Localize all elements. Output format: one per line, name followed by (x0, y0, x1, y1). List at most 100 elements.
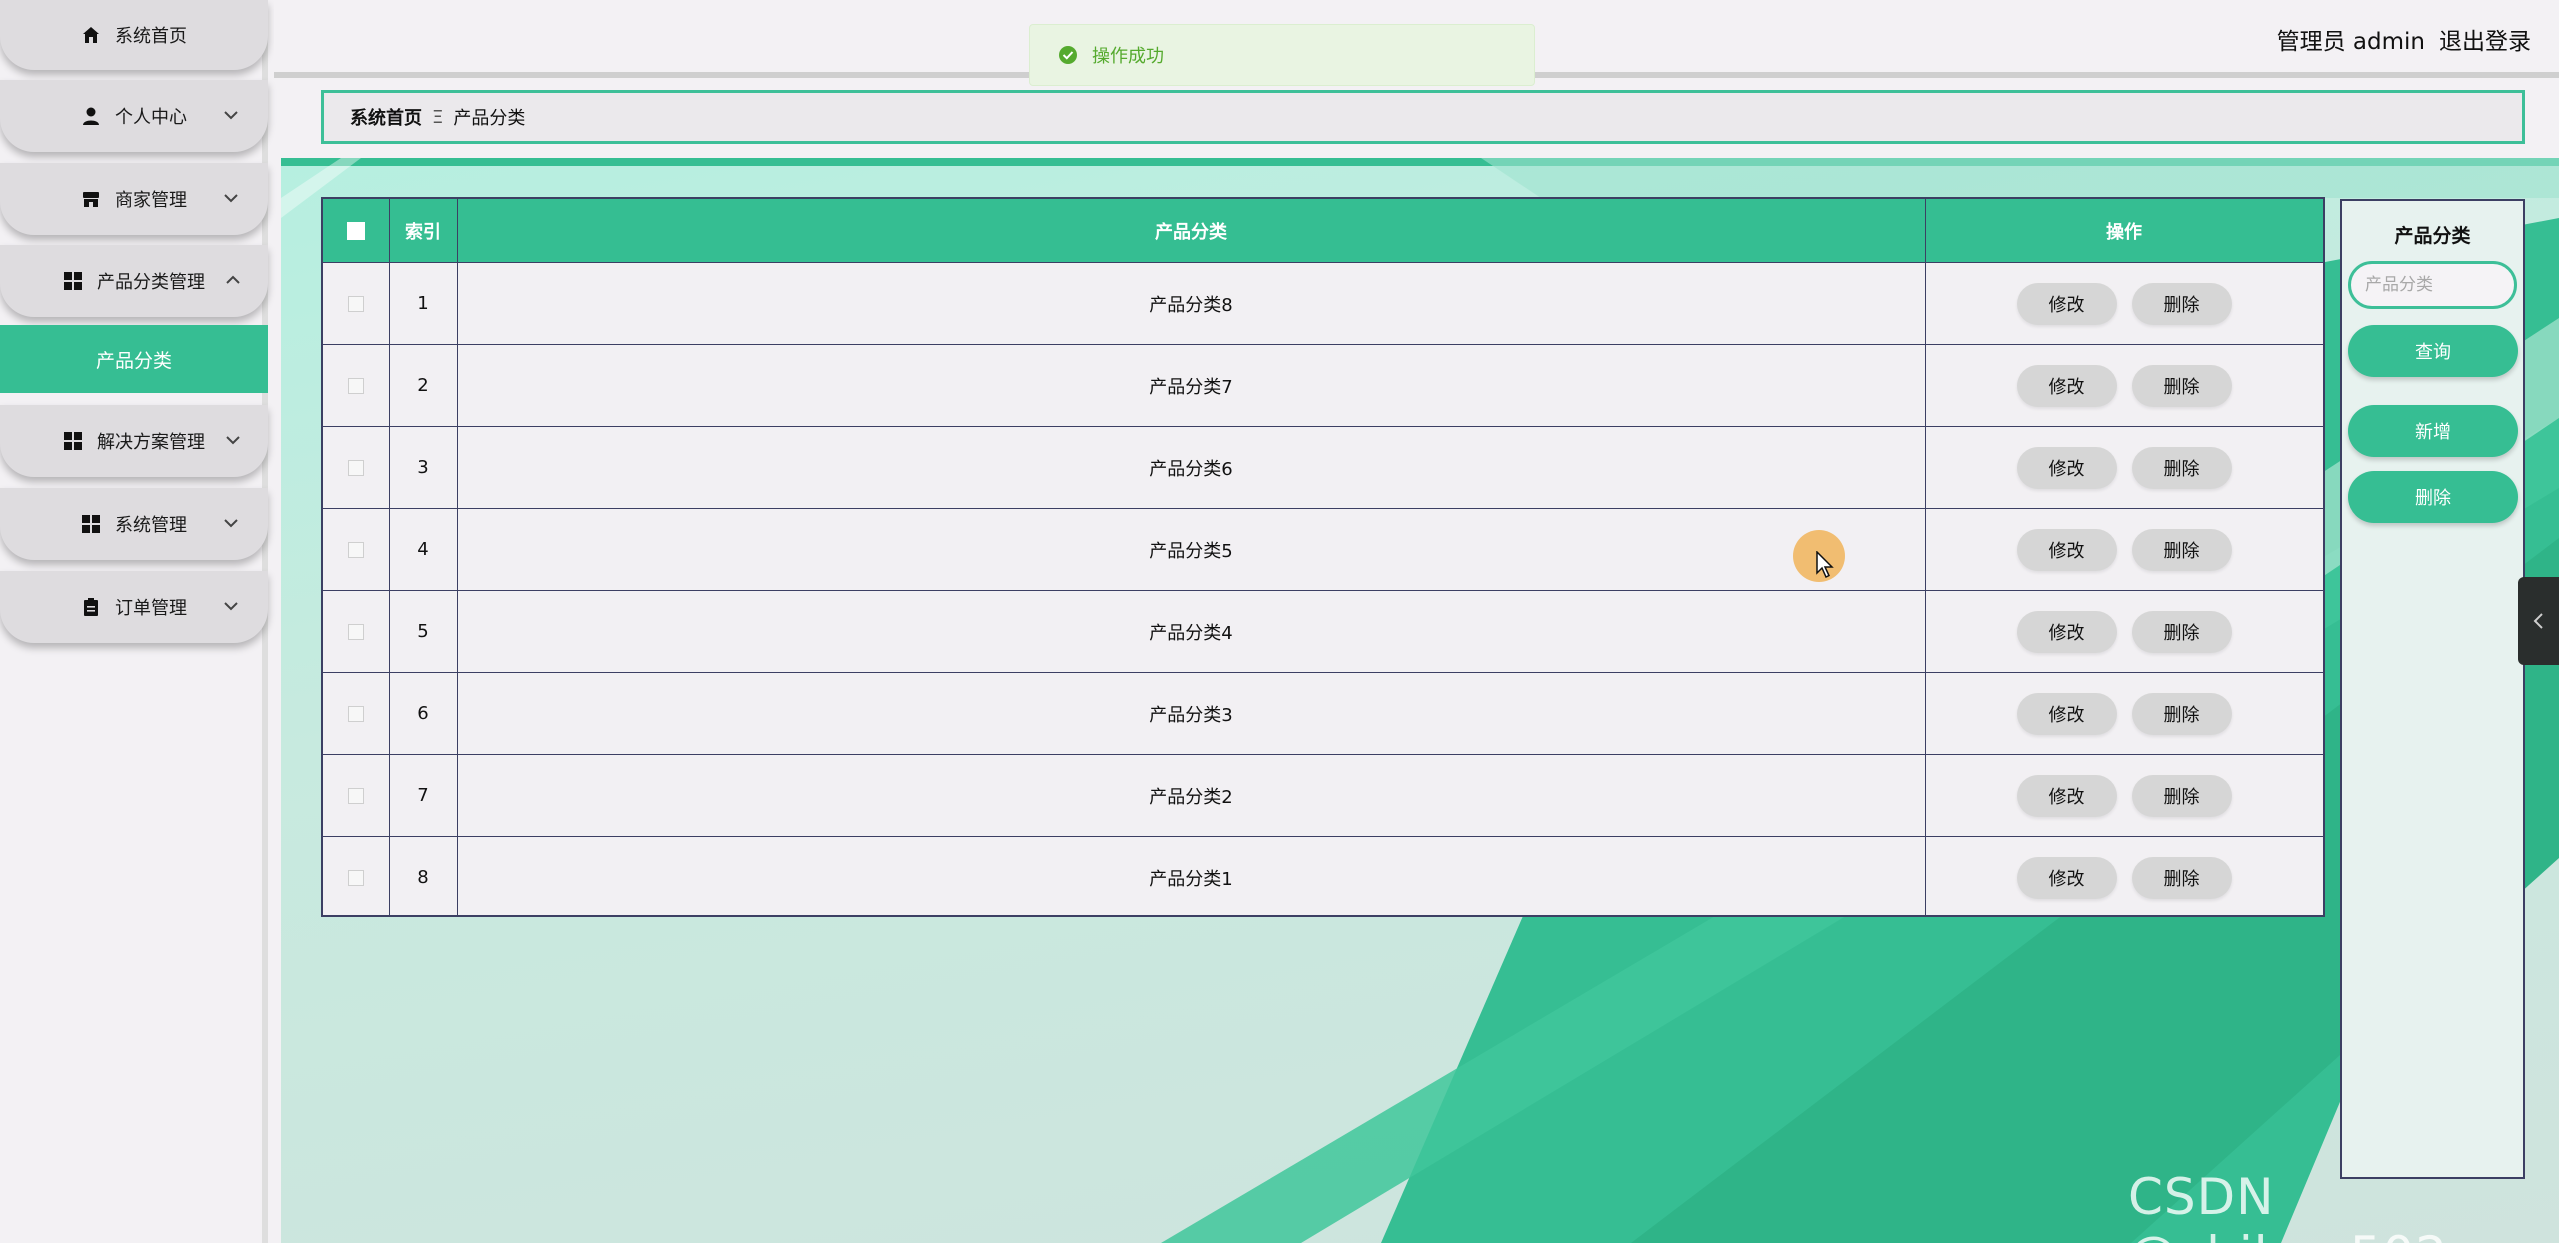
search-panel: 产品分类 查询 新增 删除 (2340, 199, 2525, 1179)
add-button[interactable]: 新增 (2348, 405, 2518, 457)
row-checkbox[interactable] (348, 705, 364, 722)
sidebar-item-merchant[interactable]: 商家管理 (0, 163, 268, 235)
row-select-cell (323, 263, 389, 344)
delete-button[interactable]: 删除 (2131, 610, 2232, 653)
edit-button[interactable]: 修改 (2016, 692, 2117, 735)
sidebar-item-home[interactable]: 系统首页 (0, 0, 268, 70)
edit-button[interactable]: 修改 (2016, 364, 2117, 407)
row-index: 5 (417, 621, 429, 642)
row-select-cell (323, 345, 389, 426)
table-row: 5 产品分类4 修改 删除 (323, 590, 2323, 672)
row-operations: 修改 删除 (1925, 509, 2323, 590)
row-checkbox[interactable] (348, 869, 364, 886)
delete-button[interactable]: 删除 (2131, 364, 2232, 407)
delete-button[interactable]: 删除 (2131, 856, 2232, 899)
chevron-down-icon (224, 194, 238, 203)
row-index: 6 (417, 703, 429, 724)
row-checkbox[interactable] (348, 787, 364, 804)
query-button[interactable]: 查询 (2348, 325, 2518, 377)
row-index: 1 (417, 293, 429, 314)
collapse-panel-button[interactable] (2518, 577, 2559, 665)
row-category-name: 产品分类5 (1149, 540, 1233, 562)
edit-button[interactable]: 修改 (2016, 856, 2117, 899)
sidebar-item-label: 产品分类管理 (97, 272, 205, 293)
category-search-input[interactable] (2348, 261, 2517, 309)
edit-button[interactable]: 修改 (2016, 446, 2117, 489)
row-select-cell (323, 427, 389, 508)
user-icon (81, 106, 101, 126)
category-table: 索引 产品分类 操作 1 产品分类8 修改 删除 2 产品分类7 修改 删除 3 产品分类6 修改删… (321, 197, 2325, 917)
row-category-name: 产品分类7 (1149, 376, 1233, 398)
row-category-name: 产品分类4 (1149, 622, 1233, 644)
home-icon (81, 25, 101, 45)
sidebar-subitem-category[interactable]: 产品分类 (0, 325, 268, 393)
row-index: 8 (417, 867, 429, 888)
batch-delete-button[interactable]: 删除 (2348, 471, 2518, 523)
sidebar-item-label: 系统首页 (115, 26, 187, 47)
row-operations: 修改 删除 (1925, 755, 2323, 836)
delete-button[interactable]: 删除 (2131, 282, 2232, 325)
logout-link[interactable]: 退出登录 (2439, 22, 2531, 56)
row-category-name: 产品分类2 (1149, 786, 1233, 808)
table-row: 8 产品分类1 修改 删除 (323, 836, 2323, 918)
sidebar-item-label: 解决方案管理 (97, 432, 205, 453)
sidebar-item-label: 个人中心 (115, 107, 187, 128)
edit-button[interactable]: 修改 (2016, 282, 2117, 325)
sidebar-item-solution-mgmt[interactable]: 解决方案管理 (0, 405, 268, 477)
header-index: 索引 (405, 222, 441, 243)
search-panel-title: 产品分类 (2394, 225, 2471, 247)
sidebar-item-system-mgmt[interactable]: 系统管理 (0, 488, 268, 560)
column-divider (389, 199, 390, 915)
sidebar-item-label: 订单管理 (115, 598, 187, 619)
row-operations: 修改 删除 (1925, 673, 2323, 754)
clipboard-icon (81, 597, 101, 617)
mouse-pointer-icon (1816, 551, 1834, 579)
watermark: CSDN @zhihao502 (2128, 1168, 2447, 1243)
chevron-down-icon (226, 436, 240, 445)
row-checkbox[interactable] (348, 295, 364, 312)
edit-button[interactable]: 修改 (2016, 528, 2117, 571)
user-label: 管理员 admin (2276, 29, 2425, 55)
row-select-cell (323, 591, 389, 672)
table-row: 3 产品分类6 修改 删除 (323, 426, 2323, 508)
table-row: 7 产品分类2 修改 删除 (323, 754, 2323, 836)
row-category-name: 产品分类8 (1149, 294, 1233, 316)
sidebar-item-order-mgmt[interactable]: 订单管理 (0, 571, 268, 643)
chevron-down-icon (224, 111, 238, 120)
breadcrumb-home[interactable]: 系统首页 (350, 104, 422, 130)
edit-button[interactable]: 修改 (2016, 610, 2117, 653)
grid-icon (63, 271, 83, 291)
chevron-down-icon (224, 602, 238, 611)
toast-text: 操作成功 (1092, 46, 1164, 67)
row-checkbox[interactable] (348, 377, 364, 394)
delete-button[interactable]: 删除 (2131, 446, 2232, 489)
row-operations: 修改 删除 (1925, 345, 2323, 426)
table-row: 4 产品分类5 修改 删除 (323, 508, 2323, 590)
sidebar-item-personal[interactable]: 个人中心 (0, 80, 268, 152)
row-operations: 修改 删除 (1925, 591, 2323, 672)
delete-button[interactable]: 删除 (2131, 774, 2232, 817)
success-toast: 操作成功 (1029, 24, 1535, 86)
sidebar-item-category-mgmt[interactable]: 产品分类管理 (0, 245, 268, 317)
select-all-checkbox[interactable] (347, 222, 365, 240)
sidebar-item-label: 商家管理 (115, 190, 187, 211)
breadcrumb-current: 产品分类 (453, 108, 526, 129)
row-index: 2 (417, 375, 429, 396)
row-index: 3 (417, 457, 429, 478)
edit-button[interactable]: 修改 (2016, 774, 2117, 817)
row-checkbox[interactable] (348, 541, 364, 558)
row-category-name: 产品分类6 (1149, 458, 1233, 480)
row-category-name: 产品分类1 (1149, 868, 1233, 890)
column-divider (1925, 199, 1926, 915)
row-select-cell (323, 673, 389, 754)
row-checkbox[interactable] (348, 623, 364, 640)
row-index: 7 (417, 785, 429, 806)
row-select-cell (323, 837, 389, 918)
breadcrumb-separator: Ξ (432, 106, 444, 128)
row-checkbox[interactable] (348, 459, 364, 476)
user-area: 管理员 admin 退出登录 (2277, 22, 2531, 56)
delete-button[interactable]: 删除 (2131, 528, 2232, 571)
row-category-name: 产品分类3 (1149, 704, 1233, 726)
delete-button[interactable]: 删除 (2131, 692, 2232, 735)
row-operations: 修改 删除 (1925, 263, 2323, 344)
